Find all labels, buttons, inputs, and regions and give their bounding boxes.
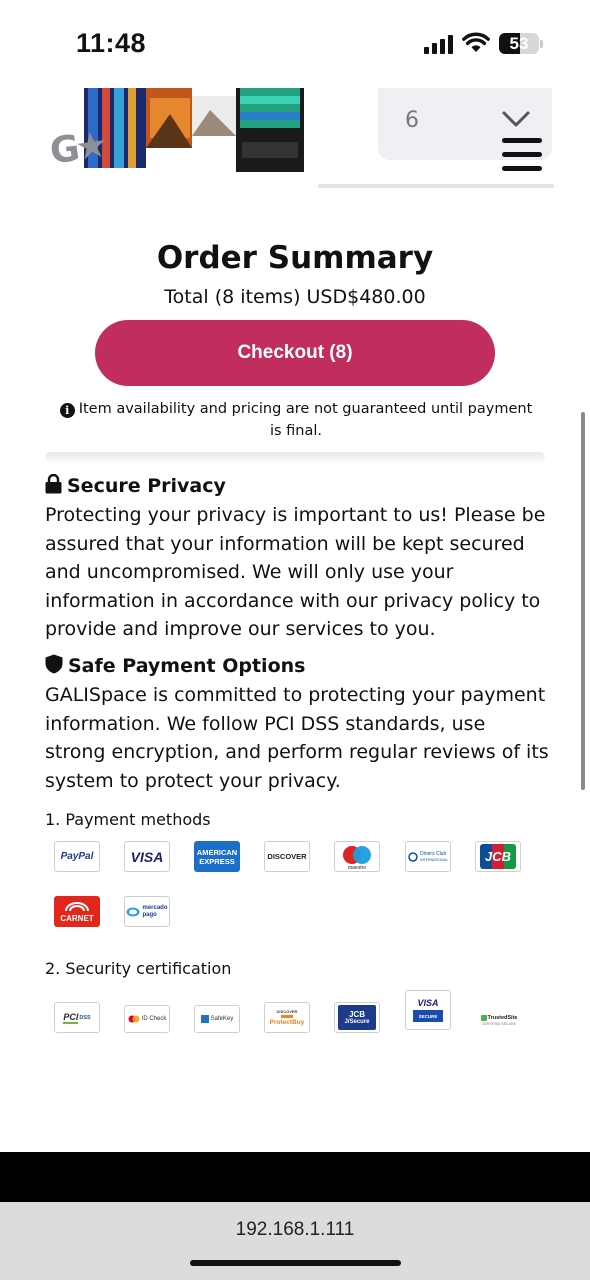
security-certification-label: 2. Security certification <box>45 959 232 978</box>
cellular-signal-icon <box>424 34 454 54</box>
id-check-text: ID Check <box>141 1016 167 1022</box>
secure-privacy-title: Secure Privacy <box>67 475 226 497</box>
shield-icon <box>45 654 63 674</box>
secure-privacy-text: Protecting your privacy is important to … <box>45 504 546 641</box>
visa-secure-line-2: SECURE <box>418 1013 438 1019</box>
maestro-logo: maestro <box>334 841 380 872</box>
lock-icon <box>45 473 62 494</box>
safekey-logo: SafeKey <box>194 1005 240 1033</box>
wifi-icon <box>462 32 490 52</box>
battery-tip <box>540 40 543 48</box>
status-bar: 11:48 53 <box>0 0 590 88</box>
battery-percent: 53 <box>509 34 529 53</box>
mercado-line-2: pago <box>142 911 157 918</box>
url-text[interactable]: 192.168.1.111 <box>0 1219 590 1241</box>
pci-text: PCI <box>63 1011 79 1024</box>
trustedsite-line-2: CERTIFIED SECURE <box>482 1021 516 1026</box>
protectbuy-text: ProtectBuy <box>269 1019 305 1026</box>
protectbuy-top: DISCOVER <box>276 1009 298 1014</box>
paypal-logo: PayPal <box>54 841 100 872</box>
jsecure-line-1: JCB <box>348 1010 365 1019</box>
safekey-text: SafeKey <box>210 1016 234 1022</box>
amex-line-1: AMERICAN <box>196 847 238 857</box>
trustedsite-logo: TrustedSite CERTIFIED SECURE <box>475 1008 523 1032</box>
diners-line-2: INTERNATIONAL <box>420 857 448 862</box>
mercado-pago-logo: mercado pago <box>124 896 170 927</box>
jcb-text: JCB <box>484 849 511 864</box>
section-divider <box>45 452 545 462</box>
jcb-logo: JCB <box>475 841 521 872</box>
maestro-text: maestro <box>347 865 367 871</box>
bottom-band <box>0 1152 590 1202</box>
payment-methods-label: 1. Payment methods <box>45 810 211 829</box>
carnet-text: CARNET <box>60 914 94 923</box>
scrollbar[interactable] <box>581 412 585 790</box>
discover-logo: DISCOVER <box>264 841 310 872</box>
status-time: 11:48 <box>76 28 147 58</box>
visa-secure-line-1: VISA <box>417 998 439 1008</box>
availability-notice: i Item availability and pricing are not g… <box>56 398 536 442</box>
menu-icon[interactable] <box>502 138 542 174</box>
info-icon: i <box>59 403 75 418</box>
safe-payment-text: GALISpace is committed to protecting you… <box>45 684 549 792</box>
battery-icon: 53 <box>499 33 539 54</box>
pci-dss-logo: PCI DSS <box>54 1002 100 1033</box>
quantity-value: 6 <box>405 108 419 133</box>
id-check-logo: ID Check <box>124 1005 170 1033</box>
diners-club-logo: Diners Club INTERNATIONAL <box>405 841 451 872</box>
order-total: Total (8 items) USD$480.00 <box>164 286 426 308</box>
amex-line-2: EXPRESS <box>199 856 235 866</box>
divider <box>318 184 554 188</box>
order-summary-title: Order Summary <box>156 240 434 276</box>
safe-payment-heading: Safe Payment Options <box>45 654 305 677</box>
home-indicator[interactable] <box>190 1260 401 1266</box>
notice-text: Item availability and pricing are not gu… <box>78 401 533 439</box>
amex-logo: AMERICAN EXPRESS <box>194 841 240 872</box>
safe-payment-title: Safe Payment Options <box>68 655 306 677</box>
jcb-jsecure-logo: JCB J/Secure <box>334 1002 380 1033</box>
checkout-button[interactable]: Checkout (8) <box>95 320 495 386</box>
product-image[interactable]: G★ <box>50 88 306 180</box>
pci-dss-text: DSS <box>79 1014 91 1021</box>
visa-secure-logo: VISA SECURE <box>405 990 451 1030</box>
visa-logo: VISA <box>124 841 170 872</box>
brand-badge: G★ <box>50 124 107 173</box>
jsecure-line-2: J/Secure <box>344 1019 370 1025</box>
browser-address-bar[interactable] <box>0 1202 590 1280</box>
chevron-down-icon[interactable] <box>502 110 530 128</box>
carnet-logo: CARNET <box>54 896 100 927</box>
trustedsite-line-1: TrustedSite <box>487 1014 518 1021</box>
secure-privacy-heading: Secure Privacy <box>45 473 226 497</box>
protectbuy-logo: DISCOVER ProtectBuy <box>264 1002 310 1033</box>
